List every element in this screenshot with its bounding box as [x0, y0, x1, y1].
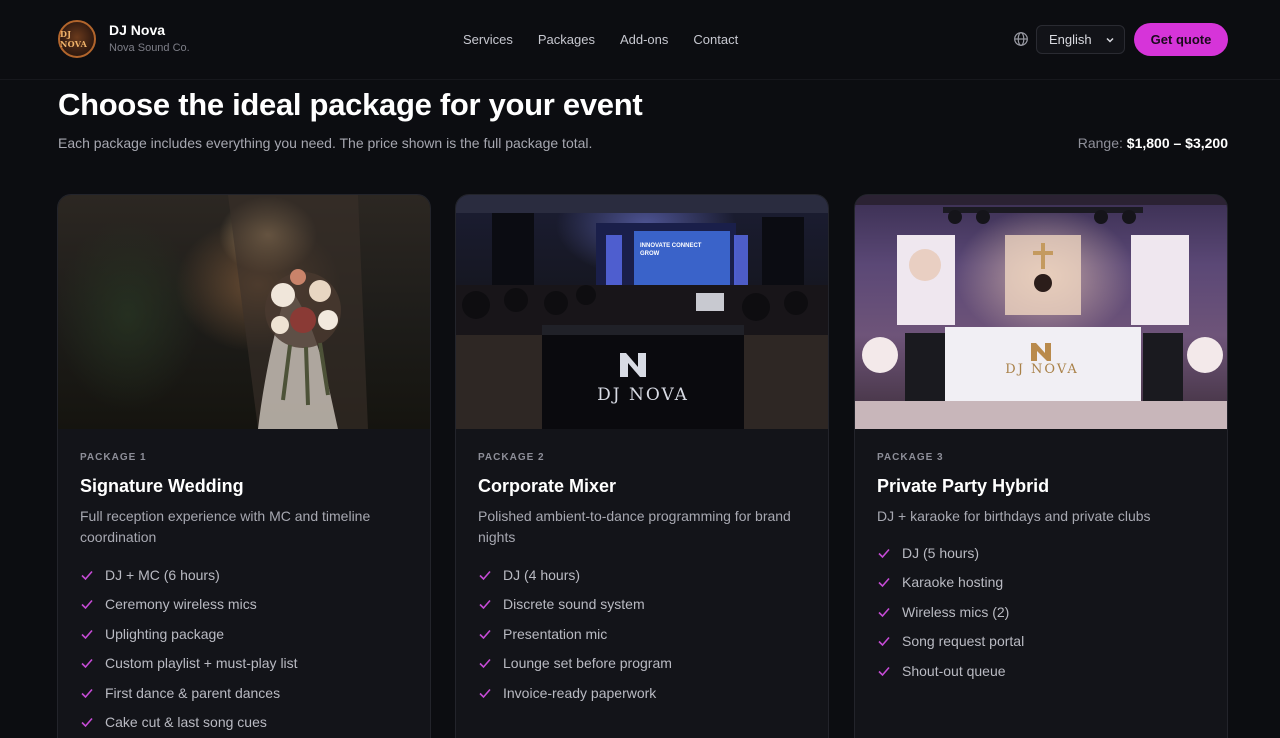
package-image-corporate: INNOVATE CONNECT GROW DJ NOVA [456, 195, 828, 429]
check-icon [878, 578, 890, 588]
nav-link-addons[interactable]: Add-ons [620, 31, 668, 49]
screen-text: INNOVATE CONNECT GROW [640, 243, 702, 257]
price-range-label: Range: [1077, 135, 1123, 151]
feature-text: Custom playlist + must-play list [105, 655, 298, 672]
check-icon [479, 659, 491, 669]
feature-text: Wireless mics (2) [902, 603, 1010, 620]
feature-list: DJ (5 hours) Karaoke hosting Wireless mi… [877, 538, 1205, 686]
feature-item: Invoice-ready paperwork [478, 678, 806, 708]
check-icon [479, 629, 491, 639]
check-icon [479, 600, 491, 610]
feature-text: DJ (4 hours) [503, 566, 581, 583]
check-icon [878, 637, 890, 647]
language-select[interactable]: English [1036, 25, 1125, 54]
package-number: PACKAGE 1 [80, 452, 147, 463]
globe-icon [1014, 32, 1028, 46]
feature-item: Presentation mic [478, 619, 806, 649]
feature-text: Presentation mic [503, 625, 608, 642]
party-scene [855, 195, 1227, 429]
package-number: PACKAGE 2 [478, 452, 545, 463]
feature-text: Lounge set before program [503, 655, 672, 672]
check-icon [81, 570, 93, 580]
package-description: Polished ambient-to-dance programming fo… [478, 508, 791, 545]
site-header: DJ NOVA DJ Nova Nova Sound Co. Services … [0, 0, 1280, 80]
page-subtitle: Each package includes everything you nee… [58, 135, 593, 151]
page-title: Choose the ideal package for your event [58, 87, 643, 122]
feature-text: DJ (5 hours) [902, 544, 980, 561]
check-icon [81, 629, 93, 639]
check-icon [81, 659, 93, 669]
feature-text: Cake cut & last song cues [105, 714, 267, 731]
package-image-wedding [58, 195, 430, 429]
feature-text: Song request portal [902, 633, 1025, 650]
feature-item: Custom playlist + must-play list [80, 649, 408, 679]
chevron-down-icon [1106, 37, 1114, 43]
feature-text: Shout-out queue [902, 662, 1006, 679]
feature-text: Invoice-ready paperwork [503, 684, 657, 701]
feature-item: Shout-out queue [877, 656, 1205, 686]
package-title: Private Party Hybrid [877, 476, 1050, 496]
language-value: English [1049, 32, 1092, 47]
feature-text: DJ + MC (6 hours) [105, 566, 220, 583]
nav-link-contact[interactable]: Contact [693, 31, 738, 49]
package-body: PACKAGE 1 Signature Wedding Full recepti… [58, 429, 430, 737]
feature-item: DJ (5 hours) [877, 538, 1205, 568]
booth-logo-text: DJ NOVA [597, 385, 689, 405]
main-nav: Services Packages Add-ons Contact [463, 31, 763, 49]
package-body: PACKAGE 3 Private Party Hybrid DJ + kara… [855, 429, 1227, 686]
brand-logo[interactable]: DJ NOVA [58, 20, 96, 58]
check-icon [479, 688, 491, 698]
check-icon [81, 600, 93, 610]
feature-text: Karaoke hosting [902, 574, 1004, 591]
feature-item: Uplighting package [80, 619, 408, 649]
package-image-party: DJ NOVA [855, 195, 1227, 429]
get-quote-button[interactable]: Get quote [1134, 23, 1228, 56]
feature-text: Ceremony wireless mics [105, 596, 257, 613]
feature-item: Wireless mics (2) [877, 597, 1205, 627]
feature-item: DJ + MC (6 hours) [80, 560, 408, 590]
brand-text: DJ Nova Nova Sound Co. [109, 22, 190, 56]
feature-item: Ceremony wireless mics [80, 590, 408, 620]
check-icon [878, 548, 890, 558]
feature-text: Uplighting package [105, 625, 225, 642]
feature-text: First dance & parent dances [105, 684, 281, 701]
feature-item: Lounge set before program [478, 649, 806, 679]
package-card-1[interactable]: PACKAGE 1 Signature Wedding Full recepti… [57, 194, 431, 738]
price-range: Range: $1,800 – $3,200 [1078, 134, 1228, 152]
feature-item: Discrete sound system [478, 590, 806, 620]
package-card-3[interactable]: DJ NOVA PACKAGE 3 Private Party Hybrid D… [854, 194, 1228, 738]
check-icon [81, 688, 93, 698]
feature-text: Discrete sound system [503, 596, 645, 613]
brand-logo-text: DJ NOVA [60, 29, 88, 49]
package-description: DJ + karaoke for birthdays and private c… [877, 508, 1151, 524]
bouquet-illustration [228, 195, 368, 429]
brand[interactable]: DJ NOVA DJ Nova Nova Sound Co. [58, 20, 190, 58]
feature-item: DJ (4 hours) [478, 560, 806, 590]
booth-logo-text: DJ NOVA [1005, 362, 1079, 377]
price-range-value: $1,800 – $3,200 [1126, 135, 1228, 151]
brand-subtitle: Nova Sound Co. [109, 42, 190, 54]
feature-list: DJ (4 hours) Discrete sound system Prese… [478, 560, 806, 708]
feature-item: Song request portal [877, 627, 1205, 657]
package-description: Full reception experience with MC and ti… [80, 508, 371, 545]
nav-link-services[interactable]: Services [463, 31, 513, 49]
check-icon [81, 718, 93, 728]
package-card-2[interactable]: INNOVATE CONNECT GROW DJ NOVA PACKAGE 2 … [455, 194, 829, 738]
brand-name: DJ Nova [109, 22, 166, 38]
nav-link-packages[interactable]: Packages [538, 31, 595, 49]
check-icon [878, 666, 890, 676]
check-icon [878, 607, 890, 617]
feature-item: Karaoke hosting [877, 568, 1205, 598]
package-body: PACKAGE 2 Corporate Mixer Polished ambie… [456, 429, 828, 708]
check-icon [479, 570, 491, 580]
feature-list: DJ + MC (6 hours) Ceremony wireless mics… [80, 560, 408, 737]
package-title: Signature Wedding [80, 476, 244, 496]
package-title: Corporate Mixer [478, 476, 617, 496]
feature-item: Cake cut & last song cues [80, 708, 408, 738]
feature-item: First dance & parent dances [80, 678, 408, 708]
package-number: PACKAGE 3 [877, 452, 944, 463]
